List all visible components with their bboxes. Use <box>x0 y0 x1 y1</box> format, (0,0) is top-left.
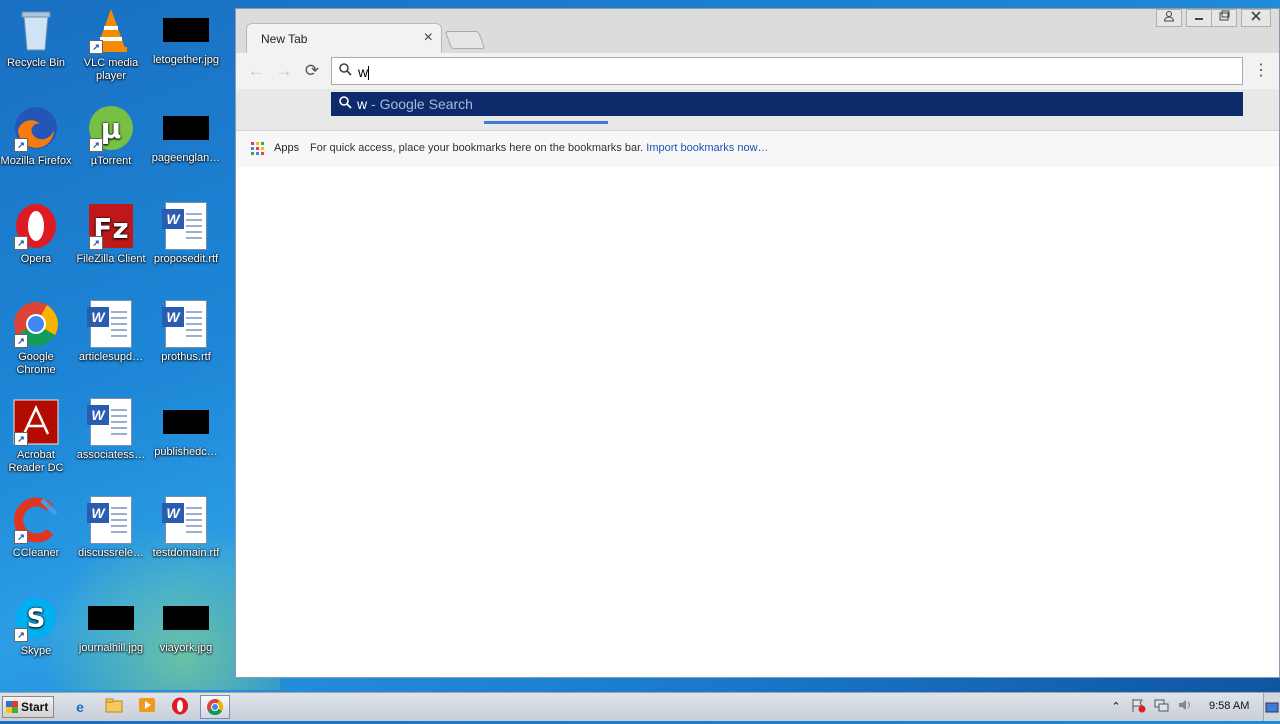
bookmarks-message: For quick access, place your bookmarks h… <box>310 142 769 154</box>
media-player-icon[interactable] <box>137 697 157 717</box>
desktop-icon-utorrent[interactable]: µ ↗ µTorrent <box>73 104 149 168</box>
new-tab-button[interactable] <box>444 31 486 49</box>
desktop-icon-discussrele[interactable]: W discussrele… <box>73 496 149 560</box>
desktop-icon-journalhill[interactable]: journalhill.jpg <box>73 594 149 655</box>
word-doc-icon: W <box>87 496 132 544</box>
clock[interactable]: 9:58 AM <box>1209 700 1249 712</box>
apps-shortcut[interactable]: Apps <box>274 142 299 154</box>
recycle-bin-icon <box>12 6 60 54</box>
windows-logo-icon <box>6 701 18 713</box>
desktop-icon-testdomain[interactable]: W testdomain.rtf <box>148 496 224 560</box>
desktop-icon-acrobat[interactable]: ↗ Acrobat Reader DC <box>0 398 74 475</box>
reload-icon[interactable]: ⟳ <box>302 61 322 81</box>
image-file-icon <box>163 410 209 434</box>
desktop-icon-associatess[interactable]: W associatess… <box>73 398 149 462</box>
omnibox-input[interactable]: w <box>358 64 370 81</box>
image-file-icon <box>163 116 209 140</box>
suggestion-search-icon <box>339 96 352 112</box>
word-doc-icon: W <box>87 398 132 446</box>
desktop-icon-vlc[interactable]: ↗ VLC media player <box>73 6 149 83</box>
tab-new-tab[interactable]: New Tab × <box>246 23 442 53</box>
desktop-icon-proposedit[interactable]: W proposedit.rtf <box>148 202 224 266</box>
suggestion-text: w - Google Search <box>357 96 473 112</box>
omnibox[interactable]: w <box>331 57 1243 85</box>
filezilla-icon: Fz ↗ <box>87 202 135 250</box>
taskbar: Start e ⌃ 9:58 AM <box>0 692 1280 721</box>
tab-close-icon[interactable]: × <box>424 29 433 47</box>
svg-text:S: S <box>27 604 46 634</box>
network-icon[interactable] <box>1151 697 1171 717</box>
desktop-icon-letogether[interactable]: letogether.jpg <box>148 6 224 67</box>
desktop-icon-opera[interactable]: ↗ Opera <box>0 202 74 266</box>
desktop: Recycle Bin ↗ Mozilla Firefox ↗ Opera ↗ … <box>0 0 280 692</box>
minimize-button[interactable] <box>1186 9 1212 27</box>
search-icon <box>339 63 352 79</box>
firefox-icon: ↗ <box>12 104 60 152</box>
desktop-icon-ccleaner[interactable]: ↗ CCleaner <box>0 496 74 560</box>
opera-taskbar-icon[interactable] <box>170 697 190 717</box>
word-doc-icon: W <box>87 300 132 348</box>
tab-title: New Tab <box>261 32 308 46</box>
file-explorer-icon[interactable] <box>104 697 124 717</box>
desktop-icon-publishedc[interactable]: publishedc… <box>148 398 224 459</box>
word-doc-icon: W <box>162 300 207 348</box>
chrome-icon: ↗ <box>12 300 60 348</box>
anyrun-watermark: ANY RUN <box>1038 606 1252 655</box>
acrobat-icon: ↗ <box>12 398 60 446</box>
apps-grid-icon[interactable] <box>251 142 264 155</box>
desktop-icon-articlesupd[interactable]: W articlesupd… <box>73 300 149 364</box>
chrome-window: New Tab × ← → ⟳ w ⋮ w - Google Search Ap… <box>235 8 1280 678</box>
desktop-icon-filezilla[interactable]: Fz ↗ FileZilla Client <box>73 202 149 266</box>
image-file-icon <box>163 606 209 630</box>
ccleaner-icon: ↗ <box>12 496 60 544</box>
desktop-icon-pageenglan[interactable]: pageenglan… <box>148 104 224 165</box>
close-window-button[interactable] <box>1241 9 1271 27</box>
desktop-icon-skype[interactable]: S ↗ Skype <box>0 594 74 658</box>
back-arrow-icon[interactable]: ← <box>246 61 266 81</box>
start-button[interactable]: Start <box>2 696 54 718</box>
desktop-icon-recycle-bin[interactable]: Recycle Bin <box>0 6 74 70</box>
restore-button[interactable] <box>1211 9 1237 27</box>
word-doc-icon: W <box>162 496 207 544</box>
page-content <box>236 167 1279 677</box>
image-file-icon <box>163 18 209 42</box>
word-doc-icon: W <box>162 202 207 250</box>
show-desktop-button[interactable] <box>1263 693 1280 721</box>
desktop-icon-prothus[interactable]: W prothus.rtf <box>148 300 224 364</box>
browser-toolbar: ← → ⟳ w ⋮ <box>236 53 1279 89</box>
omnibox-suggestion[interactable]: w - Google Search <box>331 92 1243 116</box>
opera-icon: ↗ <box>12 202 60 250</box>
image-file-icon <box>88 606 134 630</box>
vlc-icon: ↗ <box>87 6 135 54</box>
forward-arrow-icon[interactable]: → <box>274 61 294 81</box>
profile-icon[interactable] <box>1156 9 1182 27</box>
title-bar: New Tab × <box>236 9 1279 53</box>
action-center-flag-icon[interactable] <box>1128 697 1148 717</box>
utorrent-icon: µ ↗ <box>87 104 135 152</box>
svg-text:µ: µ <box>101 112 122 145</box>
desktop-icon-viayork[interactable]: viayork.jpg <box>148 594 224 655</box>
desktop-icon-chrome[interactable]: ↗ Google Chrome <box>0 300 74 377</box>
internet-explorer-icon[interactable]: e <box>70 697 90 717</box>
skype-icon: S ↗ <box>12 594 60 642</box>
volume-icon[interactable] <box>1175 697 1195 717</box>
chrome-taskbar-button[interactable] <box>200 695 230 719</box>
bookmarks-bar: Apps For quick access, place your bookma… <box>236 130 1279 168</box>
desktop-icon-firefox[interactable]: ↗ Mozilla Firefox <box>0 104 74 168</box>
import-bookmarks-link[interactable]: Import bookmarks now… <box>646 142 768 154</box>
tray-expand-icon[interactable]: ⌃ <box>1106 697 1126 717</box>
chrome-menu-icon[interactable]: ⋮ <box>1253 60 1269 80</box>
loading-indicator <box>484 121 608 124</box>
